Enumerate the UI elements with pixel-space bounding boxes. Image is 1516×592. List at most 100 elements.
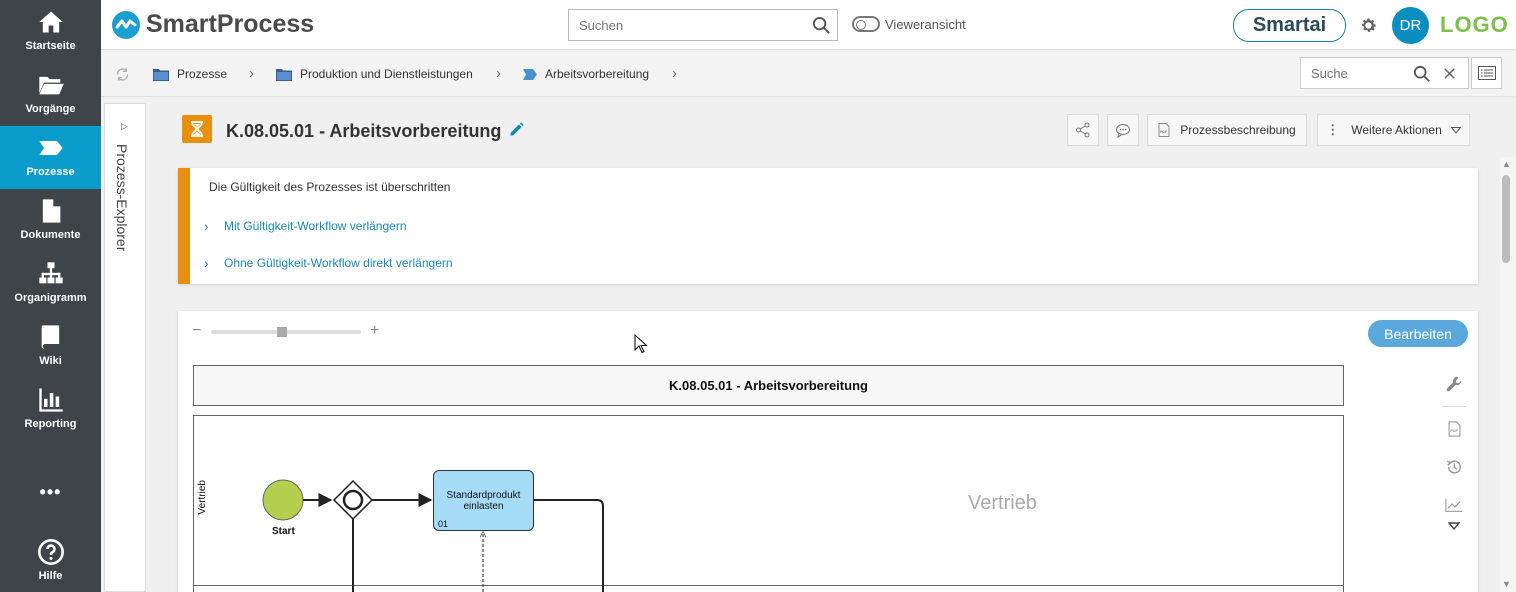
- breadcrumb-label: Arbeitsvorbereitung: [545, 67, 650, 81]
- pdf-file-icon: PDF: [1158, 123, 1170, 137]
- nav-item-wiki[interactable]: Wiki: [0, 315, 101, 378]
- wrench-icon: [1446, 376, 1462, 392]
- nav-item-hilfe[interactable]: Hilfe: [0, 530, 101, 592]
- edit-pencil-icon[interactable]: [508, 121, 525, 138]
- smartprocess-logo-icon: [112, 11, 140, 39]
- nav-item-startseite[interactable]: Startseite: [0, 0, 101, 63]
- kebab-menu-icon: ⋮: [1326, 122, 1340, 137]
- start-event[interactable]: [262, 479, 304, 521]
- nav-item-organigramm[interactable]: Organigramm: [0, 252, 101, 315]
- history-icon: [1446, 460, 1462, 474]
- zoom-in-button[interactable]: +: [370, 322, 379, 340]
- expand-arrow-icon: ▷: [121, 121, 128, 131]
- folder-open-icon: [38, 76, 64, 95]
- breadcrumb-search-input[interactable]: [1301, 58, 1411, 88]
- list-icon: [1477, 66, 1496, 80]
- book-icon: [41, 325, 59, 349]
- alert-link-label: Mit Gültigkeit-Workflow verlängern: [224, 219, 407, 233]
- nav-item-label: Wiki: [39, 355, 62, 367]
- scrollbar-thumb[interactable]: [1502, 175, 1510, 263]
- task-number: 01: [438, 519, 449, 529]
- breadcrumb-separator-icon: ›: [672, 65, 677, 82]
- nav-item-prozesse[interactable]: Prozesse: [0, 126, 101, 189]
- zoom-slider-handle[interactable]: [276, 327, 287, 337]
- breadcrumb-item-produktion[interactable]: Produktion und Dienstleistungen: [276, 67, 473, 81]
- pdf-file-icon: PDF: [1448, 421, 1460, 437]
- prozess-explorer-tab[interactable]: ▷ Prozess-Explorer: [104, 103, 146, 592]
- alert-title: Die Gültigkeit des Prozesses ist übersch…: [209, 180, 451, 194]
- alert-link-label: Ohne Gültigkeit-Workflow direkt verlänge…: [224, 256, 453, 270]
- nav-item-label: Prozesse: [26, 166, 75, 178]
- list-view-button[interactable]: [1471, 57, 1502, 89]
- zoom-out-button[interactable]: −: [192, 322, 201, 340]
- nav-item-label: Hilfe: [38, 570, 63, 582]
- breadcrumb-item-arbeitsvorbereitung[interactable]: Arbeitsvorbereitung: [523, 67, 649, 81]
- scroll-up-icon[interactable]: ▲: [1502, 159, 1511, 169]
- history-button[interactable]: [1443, 456, 1465, 478]
- bearbeiten-button[interactable]: Bearbeiten: [1368, 320, 1468, 347]
- more-menu-button[interactable]: •••: [0, 482, 101, 503]
- prozessbeschreibung-button[interactable]: PDF Prozessbeschreibung: [1147, 114, 1307, 146]
- wrench-tool-button[interactable]: [1443, 373, 1465, 395]
- process-flow: [262, 479, 604, 592]
- breadcrumb-label: Prozesse: [177, 67, 228, 81]
- chevron-right-icon: ›: [204, 255, 209, 271]
- chevron-right-icon: ›: [204, 218, 209, 234]
- task-standardprodukt-einlasten[interactable]: Standardprodukt einlasten: [433, 470, 534, 531]
- breadcrumb-search: [1300, 57, 1469, 89]
- tool-divider: [1442, 406, 1466, 407]
- help-icon: [37, 539, 64, 565]
- chevron-down-icon: [1450, 126, 1461, 134]
- extend-directly-link[interactable]: › Ohne Gültigkeit-Workflow direkt verlän…: [204, 255, 453, 271]
- app-name[interactable]: SmartProcess: [146, 10, 314, 39]
- smartai-button[interactable]: Smartai: [1233, 9, 1346, 42]
- bar-chart-icon: [38, 388, 63, 412]
- viewer-toggle[interactable]: [852, 16, 880, 32]
- pdf-export-button[interactable]: PDF: [1443, 418, 1465, 440]
- global-search-input[interactable]: [569, 10, 799, 40]
- share-button[interactable]: [1067, 114, 1099, 146]
- extend-with-workflow-link[interactable]: › Mit Gültigkeit-Workflow verlängern: [204, 218, 407, 234]
- brand-logo: LOGO: [1440, 12, 1509, 37]
- validity-alert: Die Gültigkeit des Prozesses ist übersch…: [178, 168, 1478, 284]
- chevron-down-icon: [1448, 522, 1460, 530]
- scroll-down-icon[interactable]: ▼: [1502, 579, 1511, 589]
- mouse-cursor-icon: [634, 334, 648, 354]
- hourglass-icon: [182, 115, 212, 143]
- nav-item-label: Dokumente: [20, 229, 81, 241]
- document-icon: [42, 199, 60, 223]
- breadcrumb-label: Produktion und Dienstleistungen: [300, 67, 473, 81]
- breadcrumb-separator-icon: ›: [496, 65, 501, 82]
- weitere-aktionen-button[interactable]: ⋮ Weitere Aktionen: [1317, 114, 1470, 146]
- more-tools-button[interactable]: [1443, 515, 1465, 537]
- process-chevron-icon: [38, 141, 63, 155]
- global-search: [568, 9, 838, 41]
- nav-item-label: Startseite: [25, 40, 76, 52]
- folder-icon: [153, 68, 169, 81]
- gear-icon[interactable]: [1359, 16, 1378, 35]
- left-navigation: Startseite Vorgänge Prozesse Dokumente O…: [0, 0, 101, 592]
- nav-item-vorgaenge[interactable]: Vorgänge: [0, 63, 101, 126]
- breadcrumb-item-prozesse[interactable]: Prozesse: [153, 67, 227, 81]
- nav-item-dokumente[interactable]: Dokumente: [0, 189, 101, 252]
- prozess-explorer-label: Prozess-Explorer: [114, 144, 130, 252]
- viewer-toggle-label: Vieweransicht: [885, 17, 966, 32]
- nav-item-label: Organigramm: [14, 292, 87, 304]
- user-avatar[interactable]: DR: [1392, 7, 1429, 44]
- comment-button[interactable]: [1107, 114, 1139, 146]
- analytics-button[interactable]: [1443, 494, 1465, 516]
- home-icon: [38, 11, 63, 33]
- folder-icon: [276, 68, 292, 81]
- nav-item-reporting[interactable]: Reporting: [0, 378, 101, 441]
- refresh-icon[interactable]: [115, 67, 130, 82]
- clear-icon[interactable]: [1443, 67, 1456, 80]
- pool-header[interactable]: K.08.05.01 - Arbeitsvorbereitung: [193, 365, 1344, 406]
- gateway[interactable]: [332, 479, 374, 521]
- prozessbeschreibung-label: Prozessbeschreibung: [1180, 123, 1296, 137]
- nav-item-label: Reporting: [24, 418, 77, 430]
- sequence-flow[interactable]: [534, 499, 604, 592]
- search-icon[interactable]: [812, 16, 831, 35]
- search-icon[interactable]: [1413, 65, 1431, 83]
- start-event-label: Start: [272, 526, 295, 537]
- svg-text:PDF: PDF: [1160, 130, 1168, 134]
